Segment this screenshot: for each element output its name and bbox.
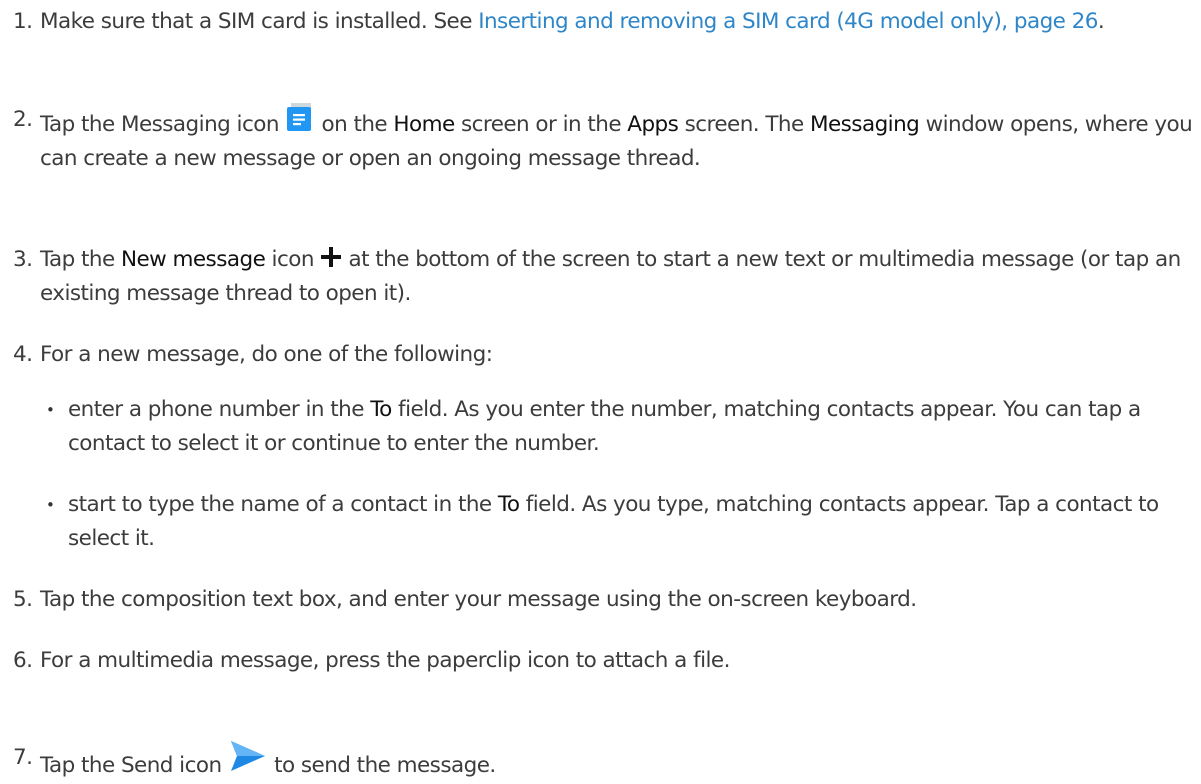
step-text: For a new message, do one of the followi… xyxy=(40,342,493,367)
send-icon xyxy=(228,741,268,783)
step-text: Tap the Messaging icon on the Home scree… xyxy=(40,103,1198,176)
sub-item-1: • enter a phone number in the To field. … xyxy=(46,393,1196,461)
step-number: 6. xyxy=(13,648,33,673)
sub-item-2: • start to type the name of a contact in… xyxy=(46,488,1196,556)
step-3: 3. Tap the New message icon at the botto… xyxy=(13,243,1198,311)
step-2: 2. Tap the Messaging icon on the Home sc… xyxy=(13,103,1198,176)
step-number: 5. xyxy=(13,587,33,612)
step-text: For a multimedia message, press the pape… xyxy=(40,648,730,673)
messaging-icon xyxy=(285,103,315,142)
step-text: Tap the New message icon at the bottom o… xyxy=(40,243,1198,311)
step-1: 1. Make sure that a SIM card is installe… xyxy=(13,5,1198,39)
step-5: 5. Tap the composition text box, and ent… xyxy=(13,583,1198,617)
step-number: 7. xyxy=(13,745,33,770)
step-text: Tap the composition text box, and enter … xyxy=(40,587,917,612)
bullet: • xyxy=(46,496,55,514)
step-text: Make sure that a SIM card is installed. … xyxy=(40,9,1105,34)
step-7: 7. Tap the Send icon to send the message… xyxy=(13,741,1198,783)
step-number: 4. xyxy=(13,342,33,367)
sim-card-link[interactable]: Inserting and removing a SIM card (4G mo… xyxy=(478,9,1098,34)
step-number: 1. xyxy=(13,9,33,34)
step-6: 6. For a multimedia message, press the p… xyxy=(13,644,1198,678)
plus-icon xyxy=(320,243,342,277)
step-number: 2. xyxy=(13,107,33,132)
step-4: 4. For a new message, do one of the foll… xyxy=(13,338,1198,372)
bullet: • xyxy=(46,401,55,419)
step-text: Tap the Send icon to send the message. xyxy=(40,741,1198,783)
step-number: 3. xyxy=(13,247,33,272)
sub-item-text: enter a phone number in the To field. As… xyxy=(68,397,1141,456)
sub-item-text: start to type the name of a contact in t… xyxy=(68,492,1159,551)
